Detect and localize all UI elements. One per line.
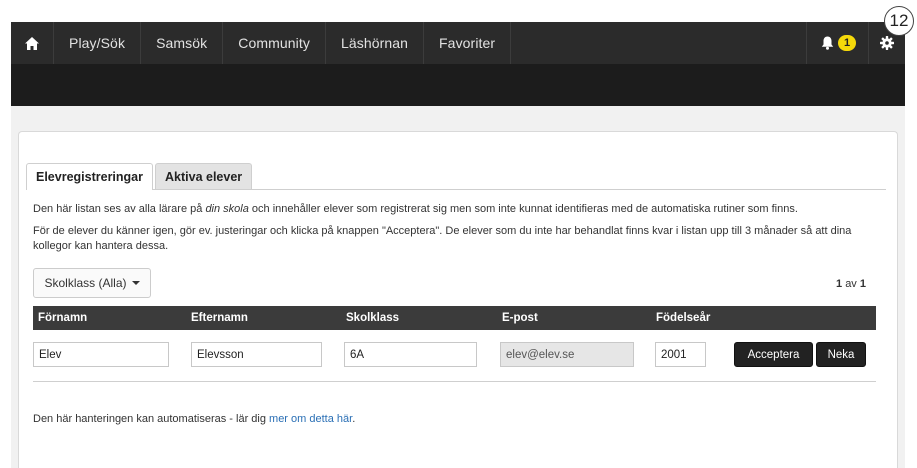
nav-item-samsok[interactable]: Samsök [141, 22, 224, 64]
tab-aktiva-elever[interactable]: Aktiva elever [155, 163, 253, 189]
birth-year-field[interactable]: 2001 [655, 342, 706, 367]
learn-more-link[interactable]: mer om detta här [269, 413, 352, 425]
total-pages: 1 [859, 278, 866, 290]
secondary-header-bar [11, 64, 905, 106]
column-header-fodelsear: Födelseår [656, 312, 711, 324]
column-header-skolklass: Skolklass [346, 312, 400, 324]
gear-icon [880, 36, 894, 50]
email-field: elev@elev.se [500, 342, 634, 367]
class-field[interactable]: 6A [344, 342, 477, 367]
caret-down-icon [131, 281, 140, 285]
class-filter-dropdown[interactable]: Skolklass (Alla) [33, 268, 151, 298]
tab-bar: Elevregistreringar Aktiva elever [26, 163, 886, 190]
last-name-field[interactable]: Elevsson [191, 342, 322, 367]
step-number-badge: 12 [884, 6, 914, 36]
column-header-fornamn: Förnamn [38, 312, 88, 324]
class-filter-label: Skolklass (Alla) [44, 276, 127, 290]
bell-icon [821, 36, 834, 50]
intro-paragraph-1: Den här listan ses av alla lärare på din… [33, 203, 798, 215]
accept-button[interactable]: Acceptera [734, 342, 813, 367]
current-page: 1 [836, 278, 843, 290]
top-navigation-bar: Play/Sök Samsök Community Läshörnan Favo… [11, 22, 905, 64]
table-row: Elev Elevsson 6A elev@elev.se 2001 Accep… [33, 330, 876, 382]
page-separator: av [845, 278, 857, 290]
nav-home-button[interactable] [11, 22, 54, 64]
column-header-efternamn: Efternamn [191, 312, 248, 324]
nav-item-play-sok[interactable]: Play/Sök [54, 22, 142, 64]
nav-item-favoriter[interactable]: Favoriter [424, 22, 512, 64]
notification-count-badge: 1 [838, 35, 856, 51]
table-header: Förnamn Efternamn Skolklass E-post Födel… [33, 306, 876, 330]
intro-emphasis: din skola [205, 203, 249, 215]
home-icon [25, 36, 39, 50]
footer-note: Den här hanteringen kan automatiseras - … [33, 413, 356, 425]
nav-item-lashornan[interactable]: Läshörnan [326, 22, 425, 64]
reject-button[interactable]: Neka [816, 342, 866, 367]
notifications-button[interactable]: 1 [806, 22, 869, 64]
intro-paragraph-2: För de elever du känner igen, gör ev. ju… [33, 225, 852, 252]
pagination-indicator: 1 av 1 [836, 278, 866, 290]
nav-item-community[interactable]: Community [223, 22, 326, 64]
column-header-epost: E-post [502, 312, 538, 324]
first-name-field[interactable]: Elev [33, 342, 169, 367]
tab-elevregistreringar[interactable]: Elevregistreringar [26, 163, 153, 190]
